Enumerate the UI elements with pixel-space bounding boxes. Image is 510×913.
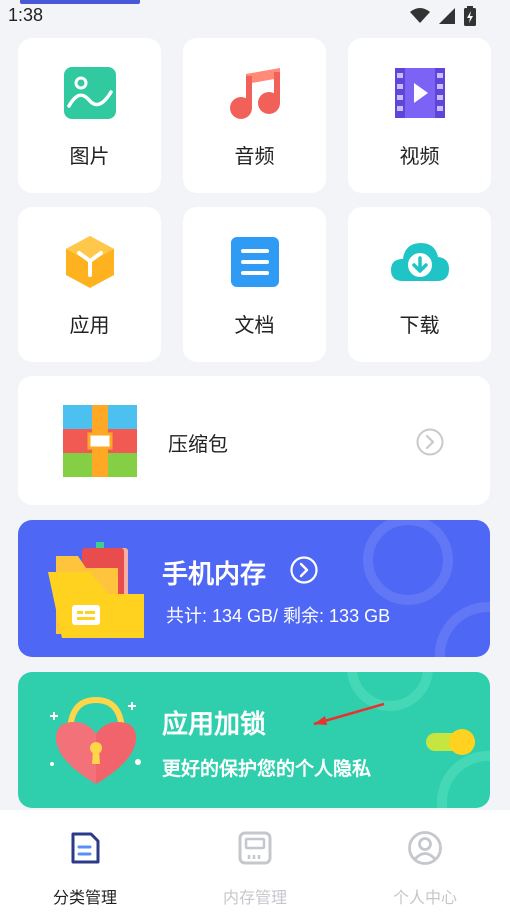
wifi-icon: [410, 8, 430, 23]
app-icon: [63, 235, 117, 289]
nav-label: 个人中心: [392, 888, 457, 907]
category-tile-video[interactable]: 视频: [348, 38, 491, 193]
app-lock-subtitle: 更好的保护您的个人隐私: [162, 758, 372, 780]
image-icon: [63, 66, 117, 120]
chevron-right-icon[interactable]: [416, 428, 444, 460]
video-icon: [393, 66, 447, 120]
nav-label: 内存管理: [222, 888, 287, 907]
nav-item-memory-management[interactable]: 内存管理: [170, 810, 340, 913]
app-lock-title: 应用加锁: [162, 710, 267, 740]
bottom-navigation: 分类管理 内存管理 个人中心: [0, 810, 510, 913]
storage-summary: 共计: 134 GB/ 剩余: 133 GB: [166, 606, 391, 626]
nav-item-personal-center[interactable]: 个人中心: [340, 810, 510, 913]
status-icons: [410, 6, 476, 26]
category-tile-audio[interactable]: 音频: [183, 38, 326, 193]
category-tile-apps[interactable]: 应用: [18, 207, 161, 362]
status-time: 1:38: [8, 5, 44, 25]
archive-icon: [63, 405, 137, 481]
category-tile-documents[interactable]: 文档: [183, 207, 326, 362]
battery-icon: [464, 6, 476, 26]
user-icon: [407, 830, 443, 866]
status-bar: 1:38: [0, 0, 510, 32]
category-label: 下载: [399, 313, 440, 337]
category-label: 文档: [234, 313, 275, 337]
music-icon: [228, 66, 282, 120]
sd-card-icon: [237, 830, 273, 866]
category-label: 应用: [69, 313, 110, 337]
category-tile-downloads[interactable]: 下载: [348, 207, 491, 362]
category-label: 音频: [234, 144, 275, 168]
category-tile-archives[interactable]: 压缩包: [18, 376, 490, 505]
signal-icon: [439, 8, 455, 24]
category-label: 图片: [69, 144, 110, 168]
storage-folder-icon: [48, 542, 148, 644]
heart-lock-icon: [46, 694, 146, 794]
file-icon: [67, 830, 103, 866]
category-tile-images[interactable]: 图片: [18, 38, 161, 193]
archive-label: 压缩包: [168, 432, 228, 456]
document-icon: [228, 235, 282, 289]
nav-label: 分类管理: [52, 888, 117, 907]
app-lock-card[interactable]: 应用加锁 更好的保护您的个人隐私: [18, 672, 490, 808]
phone-storage-card[interactable]: 手机内存 共计: 134 GB/ 剩余: 133 GB: [18, 520, 490, 657]
category-label: 视频: [399, 144, 440, 168]
download-icon: [390, 235, 449, 289]
nav-item-category-management[interactable]: 分类管理: [0, 810, 170, 913]
chevron-right-icon[interactable]: [290, 556, 318, 588]
storage-title: 手机内存: [162, 560, 267, 590]
header-title-remnant: [20, 0, 140, 4]
app-lock-toggle[interactable]: [426, 727, 478, 761]
